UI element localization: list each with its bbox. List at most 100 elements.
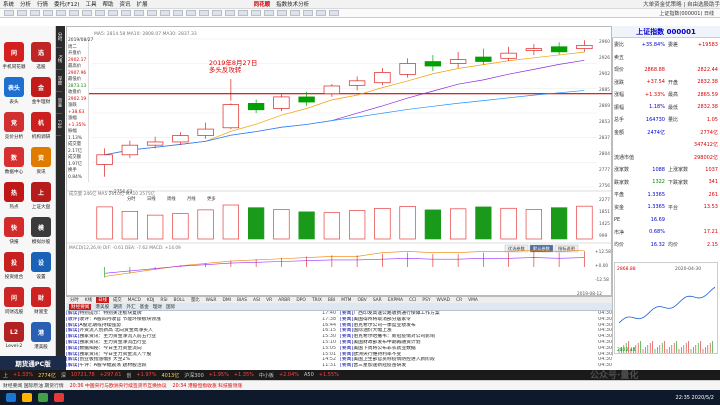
panel-tab[interactable]: 日线 <box>147 195 156 202</box>
pc-banner[interactable]: 期货通PC版 <box>0 356 66 370</box>
toolbar-button[interactable] <box>277 10 287 16</box>
toolbar-button[interactable] <box>199 10 209 16</box>
app-icon[interactable]: 竞 <box>4 112 24 132</box>
news-tab[interactable]: 理财 <box>153 304 162 310</box>
candle-body[interactable] <box>348 80 366 86</box>
chart-tab[interactable]: SAR <box>371 298 384 303</box>
news-title[interactable]: 数据揭秘：今日主力资金流向 <box>79 346 141 351</box>
app-label[interactable]: 快报 <box>0 239 28 245</box>
toolbar-button[interactable] <box>316 10 326 16</box>
chart-tab[interactable]: OBV <box>355 298 368 303</box>
strip-tab[interactable]: K线 <box>56 48 62 70</box>
candle-body[interactable] <box>576 45 593 50</box>
chart-tab[interactable]: VMA <box>466 298 480 303</box>
app-label[interactable]: 上证大盘 <box>27 204 55 210</box>
app-label[interactable]: 数据中心 <box>0 169 28 175</box>
menu-right-links[interactable]: 大单资金优策略 | 自由选股助手 <box>643 0 720 8</box>
app-label[interactable]: 财富宝 <box>27 309 55 315</box>
candle-body[interactable] <box>222 104 240 129</box>
news-text[interactable]: [解读]午评：A股窄幅震荡 题材股活跃 <box>66 363 314 369</box>
app-icon[interactable]: 设 <box>31 252 51 272</box>
chart-tab[interactable]: BBI <box>326 298 337 303</box>
menu-item[interactable]: 分析 <box>20 0 31 8</box>
app-label[interactable]: 模拟炒股 <box>27 239 55 245</box>
app-icon[interactable] <box>54 393 64 402</box>
panel-tab[interactable]: 更多 <box>207 195 216 202</box>
toolbar-button[interactable] <box>43 10 53 16</box>
toolbar-button[interactable] <box>121 10 131 16</box>
candle-body[interactable] <box>475 56 492 62</box>
candle-body[interactable] <box>449 59 467 64</box>
app-icon[interactable]: 财 <box>31 287 51 307</box>
chart-tab[interactable]: W&R <box>204 298 219 303</box>
strip-tab[interactable]: 资金 <box>56 92 62 114</box>
news-title[interactable]: 创业板指涨幅扩大至2% <box>79 357 130 362</box>
chart-tab[interactable]: EXPMA <box>386 298 405 303</box>
news-item[interactable]: [解读]午评：A股窄幅震荡 题材股活跃 11:31 <box>66 363 336 369</box>
news-title[interactable]: 独家资讯：主力资金净流入前五行业 <box>79 334 156 339</box>
toolbar-button[interactable] <box>4 10 14 16</box>
app-label[interactable]: 资讯 <box>27 169 55 175</box>
toolbar-button[interactable] <box>30 10 40 16</box>
intraday-mini-chart[interactable]: 2868.882822.442020-04-30 <box>614 262 718 354</box>
toolbar-button[interactable] <box>82 10 92 16</box>
toolbar-button[interactable] <box>173 10 183 16</box>
news-title[interactable]: A股近期或持续强势 <box>79 323 121 328</box>
candle-body[interactable] <box>172 135 189 143</box>
toolbar-button[interactable] <box>56 10 66 16</box>
news-title[interactable]: 收评：A股四月收官 节能环保板块领涨 <box>79 317 161 322</box>
chart-tab[interactable]: MTM <box>339 298 353 303</box>
news-title[interactable]: 美国得州将取消部分居家令 <box>353 317 411 322</box>
app-label[interactable]: 手机同花顺 <box>0 64 28 70</box>
toolbar-button[interactable] <box>108 10 118 16</box>
app-icon[interactable]: 数 <box>4 147 24 167</box>
app-label[interactable]: 热点 <box>0 204 28 210</box>
candle-body[interactable] <box>550 46 568 53</box>
toolbar-button[interactable] <box>186 10 196 16</box>
news-tab[interactable]: 国际 <box>166 304 175 310</box>
app-label[interactable]: 机构调研 <box>27 134 55 140</box>
menu-item[interactable]: 工具 <box>86 0 97 8</box>
candle-body[interactable] <box>121 144 139 156</box>
app-label[interactable]: 表头 <box>0 99 28 105</box>
candle-body[interactable] <box>500 52 517 59</box>
ticker-item[interactable]: 20:36 中国央行与欧洲央行续签货币互换协议 <box>70 382 167 389</box>
toolbar-button[interactable] <box>303 10 313 16</box>
menu-item[interactable]: 行情 <box>37 0 48 8</box>
toolbar-button[interactable] <box>17 10 27 16</box>
chart-tab[interactable]: PSY <box>420 298 432 303</box>
app-label[interactable]: 投资组合 <box>0 274 28 280</box>
chart-tab[interactable]: DMI <box>220 298 232 303</box>
panel-tab[interactable]: 月线 <box>187 195 196 202</box>
panel-tab[interactable]: 分时 <box>127 195 136 202</box>
candle-body[interactable] <box>96 154 113 165</box>
menu-item[interactable]: 委托(F12) <box>54 0 79 8</box>
app-icon[interactable]: 快 <box>4 217 24 237</box>
panel-tab[interactable]: 周线 <box>167 195 176 202</box>
toolbar-button[interactable] <box>160 10 170 16</box>
ticker-item[interactable]: 20:34 港股恒指收涨 科技股领涨 <box>173 382 243 389</box>
browser-icon[interactable] <box>38 393 48 402</box>
app-icon[interactable]: 金 <box>31 77 51 97</box>
news-tab[interactable]: 基金 <box>140 304 149 310</box>
app-label[interactable]: Level-2 <box>0 344 28 349</box>
news-title[interactable]: 广西印发高速公路收费通行保障工作方案 <box>353 311 439 316</box>
chart-tab[interactable]: CR <box>454 298 464 303</box>
toolbar-button[interactable] <box>251 10 261 16</box>
news-tab[interactable]: 外汇 <box>126 304 135 310</box>
news-title[interactable]: 独家资讯：主力资金净流出行业 <box>79 340 146 345</box>
start-icon[interactable] <box>6 393 16 402</box>
toolbar-button[interactable] <box>134 10 144 16</box>
chart-tab[interactable]: CCI <box>407 298 418 303</box>
toolbar-button[interactable] <box>147 10 157 16</box>
chart-tab[interactable]: RSI <box>158 298 169 303</box>
app-label[interactable]: 问财选股 <box>0 309 28 315</box>
app-icon[interactable]: L2 <box>4 322 24 342</box>
news-item[interactable]: [要闻]晋三星加速新冠疫苗研发 04:30 <box>340 363 612 369</box>
app-icon[interactable]: 热 <box>4 182 24 202</box>
news-tab[interactable]: 财经要闻 <box>69 303 92 310</box>
chart-tab[interactable]: DPO <box>294 298 308 303</box>
candle-body[interactable] <box>525 48 543 51</box>
chart-tab[interactable]: TRIX <box>310 298 324 303</box>
ticker-item[interactable]: 财经要闻 国际原油 期货行情 <box>3 382 64 389</box>
